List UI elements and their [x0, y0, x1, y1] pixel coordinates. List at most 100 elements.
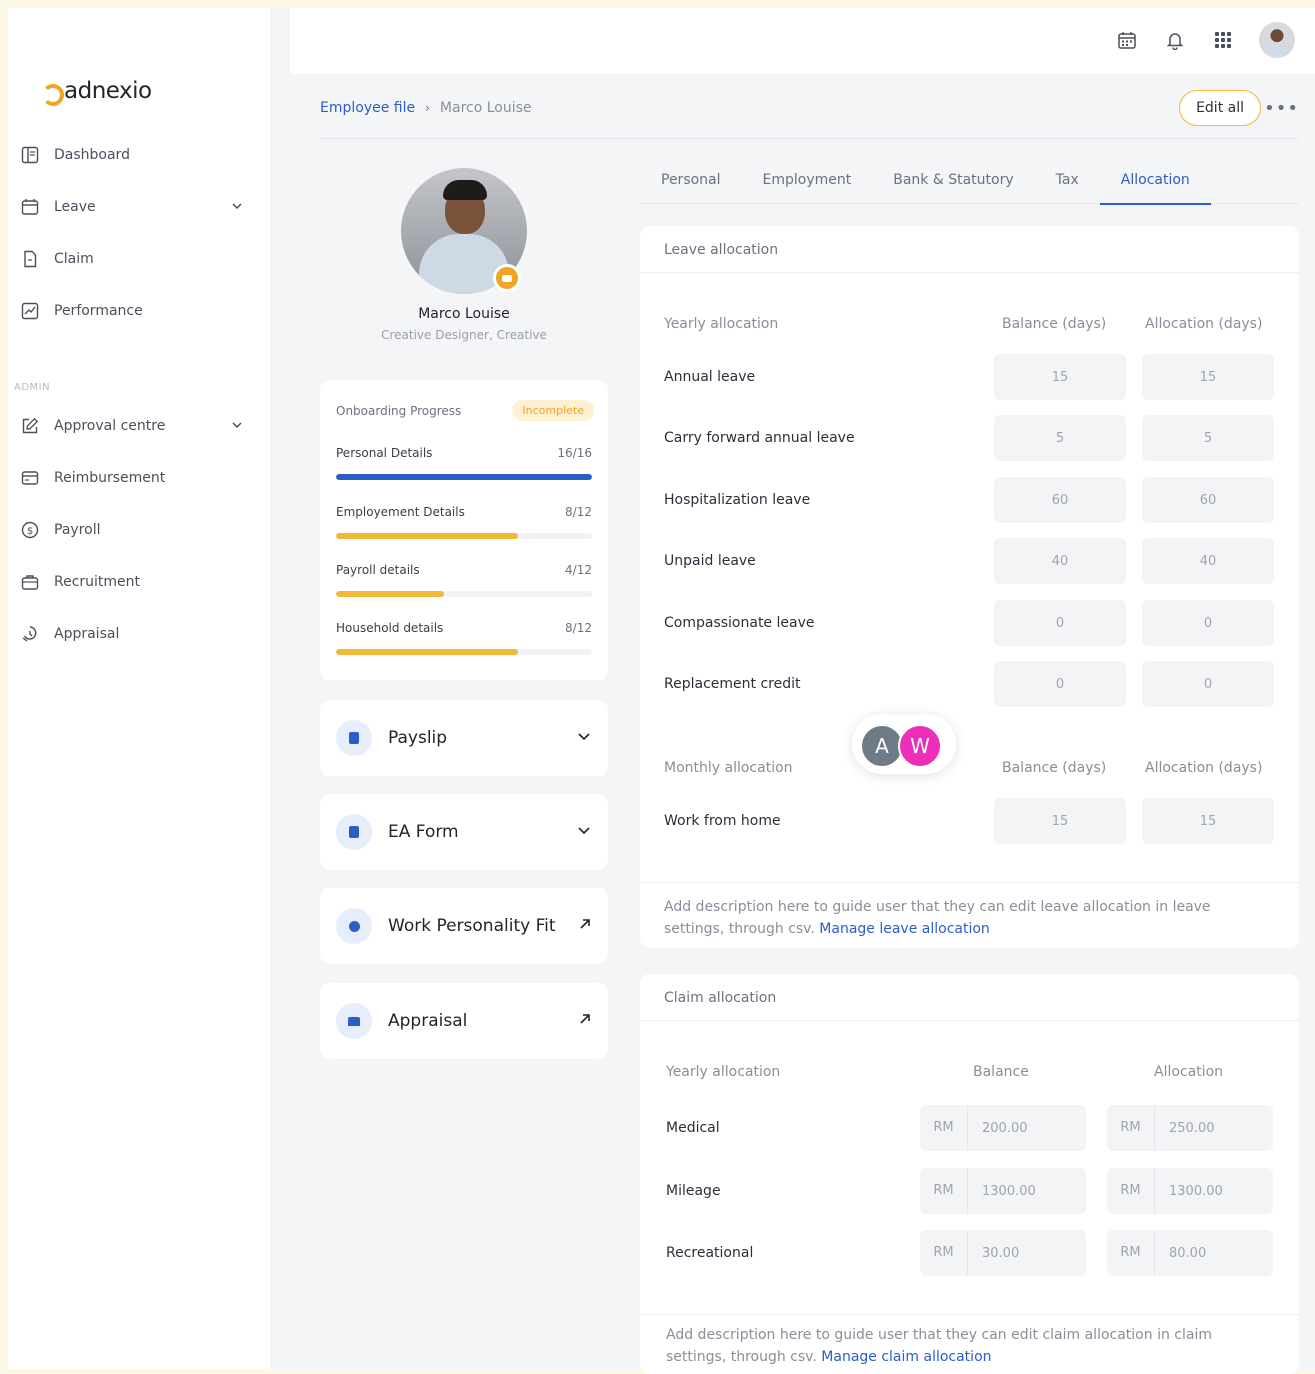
leave-row-label: Hospitalization leave [664, 492, 811, 508]
allocation-field[interactable]: RM 250.00 [1107, 1105, 1273, 1151]
leave-row-label: Work from home [664, 813, 781, 829]
manage-claim-allocation-link[interactable]: Manage claim allocation [821, 1349, 991, 1365]
calendar-icon[interactable] [1115, 28, 1139, 52]
card-icon [20, 468, 40, 488]
work-personality-fit-card[interactable]: Work Personality Fit [320, 888, 608, 964]
balance-field[interactable]: 60 [994, 477, 1126, 523]
svg-text:$: $ [27, 526, 33, 537]
collaborator-avatar[interactable]: W [898, 724, 942, 768]
camera-icon[interactable] [493, 264, 521, 292]
balance-column-header: Balance (days) [1002, 316, 1107, 332]
collaborator-presence[interactable]: A W [852, 714, 956, 774]
card-label: EA Form [388, 822, 459, 842]
sidebar-item-claim[interactable]: Claim [20, 243, 244, 275]
personality-icon [336, 908, 372, 944]
progress-label: Employement Details [336, 505, 465, 519]
tab-employment[interactable]: Employment [742, 170, 873, 204]
appraisal-icon [20, 624, 40, 644]
profile-role: Creative Designer, Creative [381, 328, 547, 342]
tab-personal[interactable]: Personal [640, 170, 742, 204]
balance-field[interactable]: RM 1300.00 [920, 1168, 1086, 1214]
yearly-allocation-heading: Yearly allocation [666, 1064, 781, 1080]
balance-field[interactable]: 5 [994, 415, 1126, 461]
allocation-field[interactable]: 0 [1142, 600, 1274, 646]
sidebar-item-label: Claim [54, 251, 94, 267]
progress-count: 16/16 [557, 446, 592, 460]
progress-item: Household details 8/12 [336, 621, 592, 655]
admin-section-label: ADMIN [14, 382, 51, 393]
allocation-field[interactable]: 40 [1142, 538, 1274, 584]
bell-icon[interactable] [1163, 28, 1187, 52]
balance-field[interactable]: 15 [994, 354, 1126, 400]
payslip-card[interactable]: Payslip [320, 700, 608, 776]
external-link-icon [578, 917, 592, 935]
allocation-column-header: Allocation (days) [1145, 316, 1263, 332]
appraisal-card[interactable]: Appraisal [320, 983, 608, 1059]
allocation-field[interactable]: 15 [1142, 798, 1274, 844]
sidebar-item-reimbursement[interactable]: Reimbursement [20, 462, 244, 494]
chevron-down-icon [576, 728, 592, 748]
apps-grid-icon[interactable] [1211, 28, 1235, 52]
dashboard-icon [20, 145, 40, 165]
more-options-icon[interactable]: ••• [1264, 98, 1299, 119]
dollar-icon: $ [20, 520, 40, 540]
user-avatar[interactable] [1259, 22, 1295, 58]
external-link-icon [578, 1012, 592, 1030]
progress-count: 8/12 [565, 621, 592, 635]
progress-count: 4/12 [565, 563, 592, 577]
claim-row-label: Recreational [666, 1245, 754, 1261]
progress-bar [336, 533, 592, 539]
tab-tax[interactable]: Tax [1035, 170, 1100, 204]
sidebar-item-performance[interactable]: Performance [20, 295, 244, 327]
leave-row-label: Unpaid leave [664, 553, 756, 569]
profile-summary: Marco Louise Creative Designer, Creative [320, 168, 608, 342]
brand-name: adnexio [64, 78, 152, 104]
manage-leave-allocation-link[interactable]: Manage leave allocation [819, 921, 990, 937]
allocation-field[interactable]: 5 [1142, 415, 1274, 461]
ea-form-card[interactable]: EA Form [320, 794, 608, 870]
card-label: Appraisal [388, 1011, 468, 1031]
sidebar-item-label: Approval centre [54, 418, 166, 434]
brand-logo[interactable]: adnexio [40, 78, 152, 106]
sidebar-item-label: Appraisal [54, 626, 120, 642]
monthly-allocation-heading: Monthly allocation [664, 760, 793, 776]
chart-icon [20, 301, 40, 321]
balance-field[interactable]: RM 200.00 [920, 1105, 1086, 1151]
leave-row-label: Annual leave [664, 369, 756, 385]
main-content: Employee file › Marco Louise Edit all ••… [290, 8, 1315, 1374]
document-icon [20, 249, 40, 269]
sidebar-item-approval-centre[interactable]: Approval centre [20, 410, 244, 442]
allocation-field[interactable]: RM 1300.00 [1107, 1168, 1273, 1214]
balance-field[interactable]: 0 [994, 600, 1126, 646]
breadcrumb-current: Marco Louise [439, 100, 532, 116]
allocation-field[interactable]: RM 80.00 [1107, 1230, 1273, 1276]
sidebar-item-recruitment[interactable]: Recruitment [20, 566, 244, 598]
sidebar-item-leave[interactable]: Leave [20, 191, 244, 223]
breadcrumb: Employee file › Marco Louise [320, 100, 532, 116]
progress-bar [336, 474, 592, 480]
sidebar-item-appraisal[interactable]: Appraisal [20, 618, 244, 650]
leave-allocation-panel: Leave allocation Yearly allocation Balan… [640, 226, 1299, 948]
progress-item: Employement Details 8/12 [336, 505, 592, 539]
chevron-down-icon [230, 199, 244, 217]
calendar-icon [20, 197, 40, 217]
tab-bank-statutory[interactable]: Bank & Statutory [872, 170, 1034, 204]
logo-icon [40, 82, 64, 106]
balance-field[interactable]: RM 30.00 [920, 1230, 1086, 1276]
allocation-field[interactable]: 15 [1142, 354, 1274, 400]
balance-field[interactable]: 0 [994, 661, 1126, 707]
profile-tabs: Personal Employment Bank & Statutory Tax… [640, 170, 1299, 205]
briefcase-icon [20, 572, 40, 592]
tab-allocation[interactable]: Allocation [1099, 170, 1211, 205]
onboarding-title: Onboarding Progress [336, 403, 462, 418]
balance-field[interactable]: 15 [994, 798, 1126, 844]
yearly-allocation-heading: Yearly allocation [664, 316, 779, 332]
profile-name: Marco Louise [418, 306, 510, 322]
edit-all-button[interactable]: Edit all [1179, 90, 1261, 126]
sidebar-item-dashboard[interactable]: Dashboard [20, 139, 244, 171]
balance-field[interactable]: 40 [994, 538, 1126, 584]
sidebar-item-payroll[interactable]: $ Payroll [20, 514, 244, 546]
breadcrumb-employee-file[interactable]: Employee file [320, 100, 415, 116]
allocation-field[interactable]: 60 [1142, 477, 1274, 523]
allocation-field[interactable]: 0 [1142, 661, 1274, 707]
